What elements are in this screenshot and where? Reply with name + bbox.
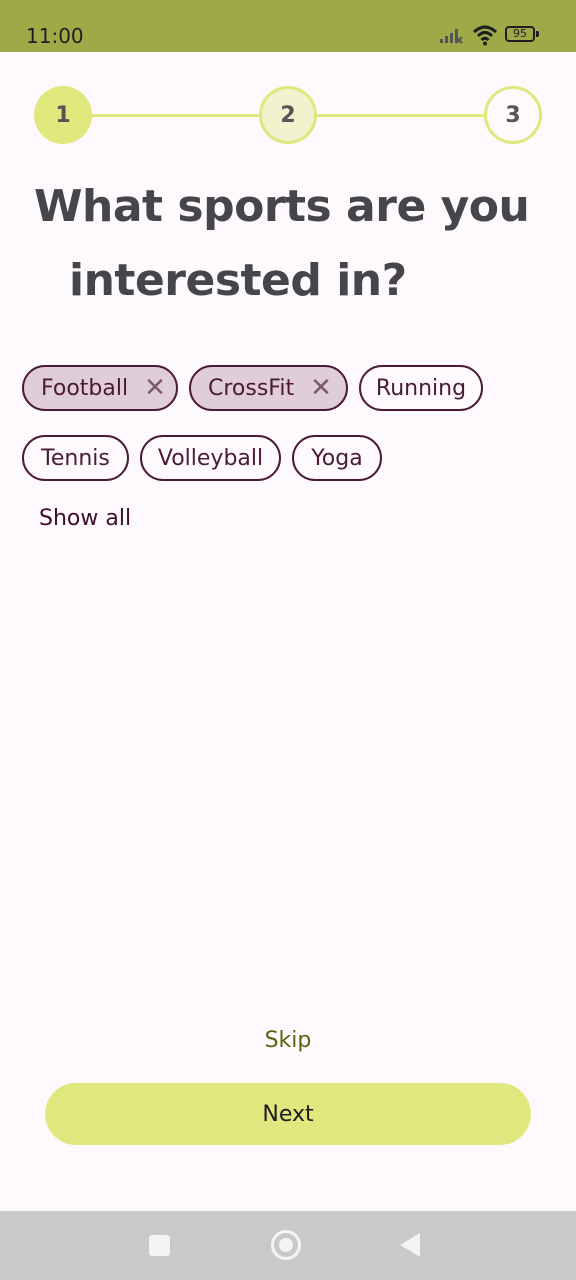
status-time: 11:00 — [26, 24, 84, 48]
page-title-line-2: interested in? — [69, 255, 407, 306]
chip-label: Yoga — [311, 445, 363, 471]
stepper-line-2 — [317, 114, 484, 117]
recents-icon[interactable] — [149, 1235, 170, 1256]
chip-label: Football — [41, 375, 129, 401]
step-3: 3 — [484, 86, 542, 144]
chip-label: Running — [375, 375, 467, 401]
chip-label: Volleyball — [157, 445, 264, 471]
battery-icon: 95 — [505, 26, 539, 42]
page-title-line-1: What sports are you — [34, 181, 530, 232]
show-all-button[interactable]: Show all — [39, 506, 131, 531]
skip-button[interactable]: Skip — [0, 1028, 576, 1053]
page-title: What sports are you interested in? — [34, 170, 544, 318]
chip-football[interactable]: Football ✕ — [22, 365, 178, 411]
next-button[interactable]: Next — [45, 1083, 531, 1145]
chip-tennis[interactable]: Tennis — [22, 435, 129, 481]
back-icon[interactable] — [400, 1233, 420, 1257]
next-label: Next — [262, 1101, 314, 1127]
chip-label: CrossFit — [208, 375, 295, 401]
wifi-icon — [472, 25, 498, 46]
home-icon[interactable] — [271, 1230, 301, 1260]
chip-running[interactable]: Running — [359, 365, 483, 411]
signal-icon — [440, 29, 463, 44]
step-2: 2 — [259, 86, 317, 144]
step-1: 1 — [34, 86, 92, 144]
chip-label: Tennis — [41, 445, 110, 471]
chip-crossfit[interactable]: CrossFit ✕ — [189, 365, 348, 411]
chip-yoga[interactable]: Yoga — [292, 435, 382, 481]
system-nav-bar — [0, 1211, 576, 1280]
stepper-line-1 — [92, 114, 259, 117]
close-icon[interactable]: ✕ — [310, 375, 332, 401]
skip-label: Skip — [264, 1028, 312, 1053]
chip-volleyball[interactable]: Volleyball — [140, 435, 281, 481]
close-icon[interactable]: ✕ — [144, 375, 166, 401]
status-bar: 11:00 95 — [0, 0, 576, 52]
